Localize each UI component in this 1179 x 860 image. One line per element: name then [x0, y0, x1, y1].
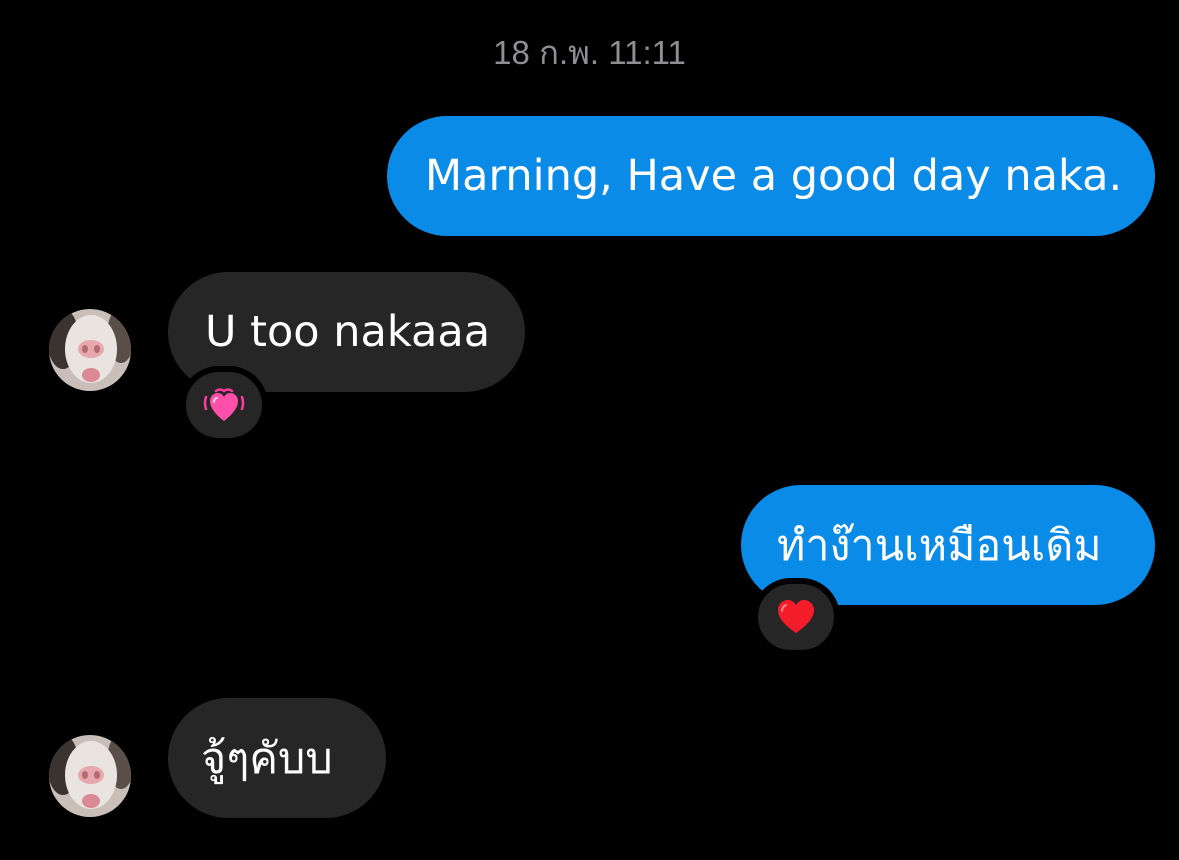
avatar-image	[49, 735, 131, 817]
message-text: จู้ๆคับบ	[201, 734, 333, 784]
message-text: Marning, Have a good day naka.	[425, 151, 1123, 201]
red-heart-icon	[778, 600, 814, 633]
message-text: U too nakaaa	[205, 307, 491, 357]
avatar-image	[49, 309, 131, 391]
chat-timestamp: 18 ก.พ. 11:11	[493, 34, 686, 71]
message-text: ทำง๊านเหมือนเดิม	[777, 521, 1102, 571]
growing-heart-icon	[203, 388, 245, 421]
message-reaction[interactable]	[180, 366, 268, 444]
contact-avatar[interactable]	[49, 735, 131, 817]
incoming-message-bubble[interactable]: จู้ๆคับบ	[168, 698, 386, 818]
outgoing-message-bubble[interactable]: Marning, Have a good day naka.	[387, 116, 1155, 236]
contact-avatar[interactable]	[49, 309, 131, 391]
message-reaction[interactable]	[752, 578, 840, 656]
